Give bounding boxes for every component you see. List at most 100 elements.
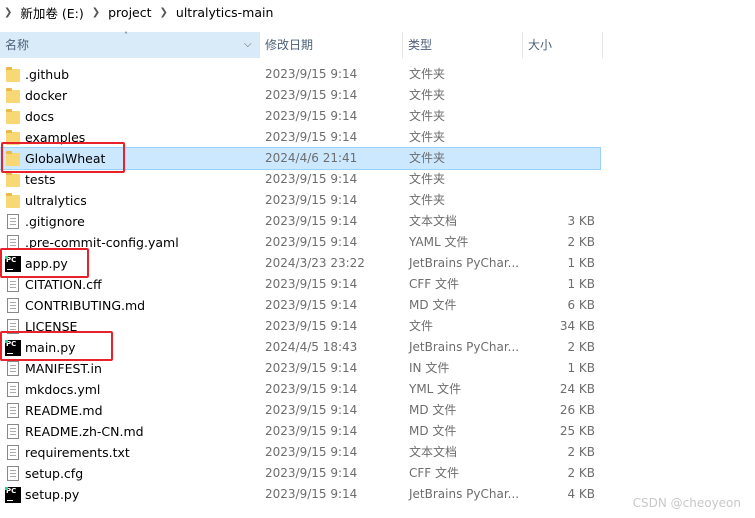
file-row[interactable]: README.md 2023/9/15 9:14 MD 文件 26 KB — [0, 400, 600, 421]
highlight-box-globalwheat — [1, 142, 125, 173]
sort-ascending-icon: ˄ — [124, 31, 128, 40]
chevron-right-icon[interactable]: ❯ — [84, 7, 108, 18]
file-name: MANIFEST.in — [25, 361, 102, 376]
chevron-right-icon[interactable]: ❯ — [152, 7, 176, 18]
file-row[interactable]: ultralytics 2023/9/15 9:14 文件夹 — [0, 190, 600, 211]
file-row[interactable]: CONTRIBUTING.md 2023/9/15 9:14 MD 文件 6 KB — [0, 295, 600, 316]
column-type-label: 类型 — [408, 38, 433, 52]
text-file-icon — [7, 214, 19, 229]
file-type: 文件夹 — [409, 172, 446, 186]
file-row[interactable]: docs 2023/9/15 9:14 文件夹 — [0, 106, 600, 127]
highlight-box-main-py — [0, 331, 113, 361]
file-date: 2023/9/15 9:14 — [265, 277, 358, 291]
file-type: 文件夹 — [409, 130, 446, 144]
file-row[interactable]: CITATION.cff 2023/9/15 9:14 CFF 文件 1 KB — [0, 274, 600, 295]
text-file-icon — [7, 361, 19, 376]
text-file-icon — [7, 424, 19, 439]
file-name: .gitignore — [25, 214, 85, 229]
text-file-icon — [7, 466, 19, 481]
file-type: MD 文件 — [409, 298, 457, 312]
file-size: 2 KB — [567, 445, 595, 459]
text-file-icon — [7, 277, 19, 292]
file-row[interactable]: .github 2023/9/15 9:14 文件夹 — [0, 64, 600, 85]
breadcrumb-project[interactable]: project — [108, 5, 151, 20]
file-type: CFF 文件 — [409, 466, 459, 480]
file-row[interactable]: docker 2023/9/15 9:14 文件夹 — [0, 85, 600, 106]
file-row[interactable]: app.py2024/3/23 23:22JetBrains PyChar...… — [0, 253, 600, 274]
breadcrumb-drive[interactable]: 新加卷 (E:) — [20, 3, 83, 22]
text-file-icon — [7, 298, 19, 313]
file-type: 文件夹 — [409, 193, 446, 207]
file-row[interactable]: .gitignore 2023/9/15 9:14 文本文档 3 KB — [0, 211, 600, 232]
file-name: README.zh-CN.md — [25, 424, 144, 439]
file-row[interactable]: README.zh-CN.md 2023/9/15 9:14 MD 文件 25 KB — [0, 421, 600, 442]
file-list: .github 2023/9/15 9:14 文件夹 docker 2023/9/15 … — [0, 64, 755, 505]
file-row[interactable]: .pre-commit-config.yaml 2023/9/15 9:14 YAM… — [0, 232, 600, 253]
column-header-size[interactable]: 大小 — [523, 32, 603, 58]
file-date: 2023/9/15 9:14 — [265, 298, 358, 312]
file-date: 2024/4/5 18:43 — [265, 340, 358, 354]
column-size-label: 大小 — [528, 38, 553, 52]
file-date: 2024/3/23 23:22 — [265, 256, 365, 270]
file-name: ultralytics — [25, 193, 87, 208]
file-type: 文件夹 — [409, 88, 446, 102]
file-name: setup.cfg — [25, 466, 84, 481]
file-type: CFF 文件 — [409, 277, 459, 291]
file-type: IN 文件 — [409, 361, 450, 375]
file-size: 26 KB — [559, 403, 595, 417]
file-type: 文件夹 — [409, 109, 446, 123]
file-type: JetBrains PyChar... — [409, 487, 520, 501]
file-size: 2 KB — [567, 466, 595, 480]
file-date: 2023/9/15 9:14 — [265, 445, 358, 459]
file-size: 34 KB — [559, 319, 595, 333]
file-date: 2023/9/15 9:14 — [265, 319, 358, 333]
file-date: 2023/9/15 9:14 — [265, 487, 358, 501]
file-date: 2023/9/15 9:14 — [265, 403, 358, 417]
file-name: setup.py — [25, 487, 80, 502]
file-date: 2023/9/15 9:14 — [265, 88, 358, 102]
column-header-name[interactable]: 名称 ˄ ⌵ — [0, 31, 260, 58]
column-header: 名称 ˄ ⌵ 修改日期 类型 大小 — [0, 31, 755, 58]
file-date: 2023/9/15 9:14 — [265, 193, 358, 207]
file-date: 2023/9/15 9:14 — [265, 235, 358, 249]
column-header-date[interactable]: 修改日期 — [260, 32, 403, 58]
file-date: 2023/9/15 9:14 — [265, 424, 358, 438]
file-type: MD 文件 — [409, 424, 457, 438]
file-type: YML 文件 — [409, 382, 462, 396]
file-size: 25 KB — [559, 424, 595, 438]
folder-icon — [6, 88, 20, 103]
file-row[interactable]: requirements.txt 2023/9/15 9:14 文本文档 2 KB — [0, 442, 600, 463]
file-type: JetBrains PyChar... — [409, 340, 520, 354]
column-name-label: 名称 — [5, 38, 30, 52]
folder-icon — [6, 172, 20, 187]
chevron-right-icon[interactable]: ❯ — [0, 7, 20, 18]
file-type: 文件夹 — [409, 67, 446, 81]
file-date: 2023/9/15 9:14 — [265, 67, 358, 81]
file-size: 3 KB — [567, 214, 595, 228]
file-row[interactable]: setup.py 2023/9/15 9:14 JetBrains PyChar..… — [0, 484, 600, 505]
file-size: 1 KB — [567, 256, 595, 270]
column-header-type[interactable]: 类型 — [403, 32, 523, 58]
chevron-down-icon[interactable]: ⌵ — [244, 32, 252, 58]
file-row[interactable]: setup.cfg 2023/9/15 9:14 CFF 文件 2 KB — [0, 463, 600, 484]
file-size: 1 KB — [567, 277, 595, 291]
file-row[interactable]: MANIFEST.in 2023/9/15 9:14 IN 文件 1 KB — [0, 358, 600, 379]
file-size: 24 KB — [559, 382, 595, 396]
file-type: 文本文档 — [409, 214, 458, 228]
folder-icon — [6, 193, 20, 208]
folder-icon — [6, 109, 20, 124]
pycharm-file-icon — [5, 487, 21, 503]
file-name: requirements.txt — [25, 445, 130, 460]
column-date-label: 修改日期 — [265, 38, 314, 52]
file-row[interactable]: mkdocs.yml 2023/9/15 9:14 YML 文件 24 KB — [0, 379, 600, 400]
file-type: 文件 — [409, 319, 434, 333]
file-size: 4 KB — [567, 487, 595, 501]
file-date: 2023/9/15 9:14 — [265, 172, 358, 186]
breadcrumb: ❯ 新加卷 (E:) ❯ project ❯ ultralytics-main — [0, 0, 755, 24]
file-size: 1 KB — [567, 361, 595, 375]
file-date: 2023/9/15 9:14 — [265, 361, 358, 375]
file-name: docs — [25, 109, 54, 124]
file-name: docker — [25, 88, 68, 103]
breadcrumb-current[interactable]: ultralytics-main — [176, 5, 273, 20]
file-date: 2023/9/15 9:14 — [265, 466, 358, 480]
